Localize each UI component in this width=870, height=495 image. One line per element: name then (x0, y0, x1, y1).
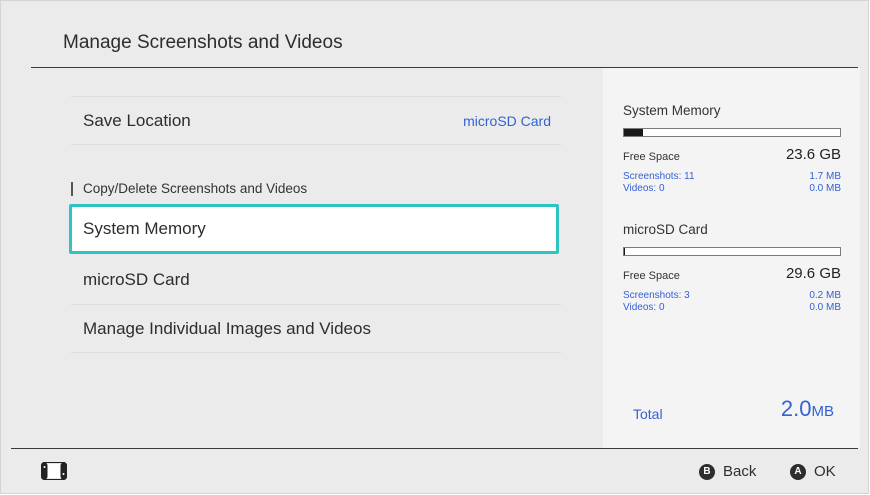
videos-count: Videos: 0 (623, 302, 665, 313)
settings-screen: Manage Screenshots and Videos Save Locat… (0, 0, 869, 494)
system-memory-title: System Memory (623, 103, 721, 118)
section-heading: Copy/Delete Screenshots and Videos (71, 182, 307, 196)
screenshots-count: Screenshots: 3 (623, 290, 690, 301)
save-location-value: microSD Card (463, 113, 551, 129)
microsd-usage-bar (623, 247, 841, 256)
page-title: Manage Screenshots and Videos (63, 32, 343, 53)
console-icon (41, 462, 67, 480)
total-number: 2.0 (780, 396, 812, 421)
microsd-title: microSD Card (623, 222, 708, 237)
manage-individual-row[interactable]: Manage Individual Images and Videos (71, 304, 561, 353)
storage-info-panel: System Memory Free Space 23.6 GB Screens… (603, 68, 860, 448)
free-space-value: 23.6 GB (785, 146, 841, 163)
videos-size: 0.0 MB (809, 302, 841, 313)
header: Manage Screenshots and Videos (1, 1, 868, 68)
divider (71, 352, 561, 353)
a-button-icon: A (790, 463, 806, 480)
total-value: 2.0MB (781, 396, 834, 422)
divider (71, 144, 561, 145)
free-space-label: Free Space (623, 151, 680, 163)
system-memory-label: System Memory (83, 219, 206, 238)
videos-count: Videos: 0 (623, 183, 665, 194)
system-memory-row[interactable]: System Memory (69, 204, 561, 254)
screenshots-count: Screenshots: 11 (623, 171, 695, 182)
videos-size: 0.0 MB (809, 183, 841, 194)
back-label: Back (723, 463, 757, 480)
microsd-card-row[interactable]: microSD Card (71, 256, 561, 304)
footer-divider (11, 448, 858, 449)
back-button[interactable]: B Back (699, 463, 756, 480)
free-space-value: 29.6 GB (785, 265, 841, 282)
system-memory-usage-bar (623, 128, 841, 137)
free-space-label: Free Space (623, 270, 680, 282)
total-unit: MB (811, 403, 835, 420)
save-location-label: Save Location (83, 111, 191, 130)
ok-label: OK (814, 463, 836, 480)
save-location-row[interactable]: Save Location microSD Card (71, 96, 561, 145)
usage-bar-fill (624, 129, 644, 136)
total-label: Total (633, 406, 663, 422)
usage-bar-fill (624, 248, 626, 255)
screenshots-size: 1.7 MB (809, 171, 841, 182)
manage-individual-label: Manage Individual Images and Videos (83, 319, 371, 338)
screenshots-size: 0.2 MB (809, 290, 841, 301)
ok-button[interactable]: A OK (790, 463, 836, 480)
microsd-card-label: microSD Card (83, 270, 190, 289)
b-button-icon: B (699, 463, 715, 480)
